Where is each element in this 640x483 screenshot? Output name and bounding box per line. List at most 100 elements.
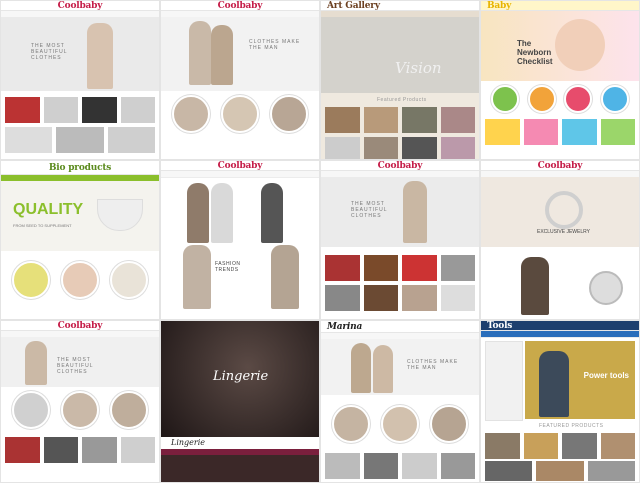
product[interactable] <box>120 437 155 463</box>
category-circle[interactable] <box>600 85 629 113</box>
topbar: Coolbaby <box>321 161 479 171</box>
product[interactable] <box>440 137 475 159</box>
product[interactable] <box>107 127 155 153</box>
theme-tile-tools[interactable]: Tools Power tools FEATURED PRODUCTS <box>480 320 640 483</box>
category-circle[interactable] <box>60 261 99 299</box>
product[interactable] <box>600 433 635 459</box>
theme-tile-coolbaby-4[interactable]: Coolbaby THE MOST BEAUTIFUL CLOTHES <box>320 160 480 320</box>
product[interactable] <box>562 433 597 459</box>
hero-banner: QUALITY FROM SEED TO SUPPLEMENT <box>1 181 159 251</box>
hero-banner: EXCLUSIVE JEWELRY <box>481 177 639 247</box>
product[interactable] <box>363 285 398 311</box>
product[interactable] <box>440 285 475 311</box>
hero-banner: Vision <box>321 17 479 93</box>
theme-tile-coolbaby-2[interactable]: Coolbaby CLOTHES MAKE THE MAN <box>160 0 320 160</box>
model-image <box>373 345 393 393</box>
brand-logo: Bio products <box>48 162 112 173</box>
product[interactable] <box>600 119 635 145</box>
product[interactable] <box>485 433 520 459</box>
product[interactable] <box>440 453 475 479</box>
product[interactable] <box>82 437 117 463</box>
category-circle[interactable] <box>491 85 520 113</box>
brand-logo: Coolbaby <box>377 160 423 171</box>
category-circle[interactable] <box>109 261 148 299</box>
product[interactable] <box>485 461 533 481</box>
product[interactable] <box>325 255 360 281</box>
theme-tile-baby[interactable]: Baby The Newborn Checklist <box>480 0 640 160</box>
topbar: Coolbaby <box>481 161 639 171</box>
product[interactable] <box>363 453 398 479</box>
theme-tile-coolbaby-1[interactable]: Coolbaby THE MOST BEAUTIFUL CLOTHES <box>0 0 160 160</box>
product[interactable] <box>325 107 360 133</box>
brand-logo: Lingerie <box>171 438 205 447</box>
theme-tile-bio-products[interactable]: Bio products QUALITY FROM SEED TO SUPPLE… <box>0 160 160 320</box>
topbar: Coolbaby <box>161 1 319 11</box>
product[interactable] <box>402 255 437 281</box>
product[interactable] <box>56 127 104 153</box>
product[interactable] <box>325 453 360 479</box>
product[interactable] <box>43 97 78 123</box>
product[interactable] <box>536 461 584 481</box>
category-circle[interactable] <box>380 405 419 443</box>
product[interactable] <box>402 453 437 479</box>
product-row <box>485 433 635 459</box>
product[interactable] <box>363 137 398 159</box>
category-circle[interactable] <box>220 95 259 133</box>
model-image <box>521 257 549 315</box>
product[interactable] <box>43 437 78 463</box>
product[interactable] <box>363 107 398 133</box>
brand-logo: Marina <box>327 321 363 332</box>
product[interactable] <box>82 97 117 123</box>
product[interactable] <box>363 255 398 281</box>
theme-tile-jewelry[interactable]: Coolbaby EXCLUSIVE JEWELRY <box>480 160 640 320</box>
product[interactable] <box>5 97 40 123</box>
model-image <box>211 183 233 243</box>
hero-banner: Lingerie <box>161 321 319 437</box>
category-circles <box>1 391 159 429</box>
category-circle[interactable] <box>60 391 99 429</box>
theme-tile-coolbaby-5[interactable]: Coolbaby THE MOST BEAUTIFUL CLOTHES <box>0 320 160 483</box>
category-circle[interactable] <box>332 405 371 443</box>
product[interactable] <box>5 127 53 153</box>
category-circle[interactable] <box>172 95 211 133</box>
topbar: Coolbaby <box>1 321 159 331</box>
product[interactable] <box>440 255 475 281</box>
product[interactable] <box>325 285 360 311</box>
product[interactable] <box>325 137 360 159</box>
product[interactable] <box>120 97 155 123</box>
product[interactable] <box>562 119 597 145</box>
product[interactable] <box>523 433 558 459</box>
category-circle[interactable] <box>109 391 148 429</box>
product-row <box>325 453 475 479</box>
product[interactable] <box>440 107 475 133</box>
product[interactable] <box>587 461 635 481</box>
category-circles <box>161 95 319 133</box>
topbar: Coolbaby <box>161 161 319 171</box>
hero-subtitle: FROM SEED TO SUPPLEMENT <box>13 223 72 228</box>
category-circle[interactable] <box>269 95 308 133</box>
hero-banner: Power tools <box>525 341 635 419</box>
product[interactable] <box>402 137 437 159</box>
category-circle[interactable] <box>429 405 468 443</box>
product[interactable] <box>485 119 520 145</box>
category-circle[interactable] <box>527 85 556 113</box>
model-image <box>351 343 371 393</box>
theme-tile-lingerie[interactable]: Lingerie Lingerie <box>160 320 320 483</box>
model-image <box>189 21 211 85</box>
product[interactable] <box>5 437 40 463</box>
product[interactable] <box>402 285 437 311</box>
theme-tile-marina[interactable]: Marina CLOTHES MAKE THE MAN <box>320 320 480 483</box>
mortar-image <box>97 199 143 231</box>
product[interactable] <box>523 119 558 145</box>
brand-logo: Art Gallery <box>327 0 380 11</box>
topbar: Marina <box>321 321 479 333</box>
worker-image <box>539 351 569 417</box>
category-circle[interactable] <box>12 391 51 429</box>
product-row <box>325 255 475 281</box>
brand-logo: Baby <box>487 0 512 11</box>
category-circle[interactable] <box>564 85 593 113</box>
product[interactable] <box>402 107 437 133</box>
theme-tile-coolbaby-3[interactable]: Coolbaby FASHION TRENDS <box>160 160 320 320</box>
theme-tile-art-gallery[interactable]: Art Gallery Vision Featured Products <box>320 0 480 160</box>
category-circle[interactable] <box>12 261 51 299</box>
